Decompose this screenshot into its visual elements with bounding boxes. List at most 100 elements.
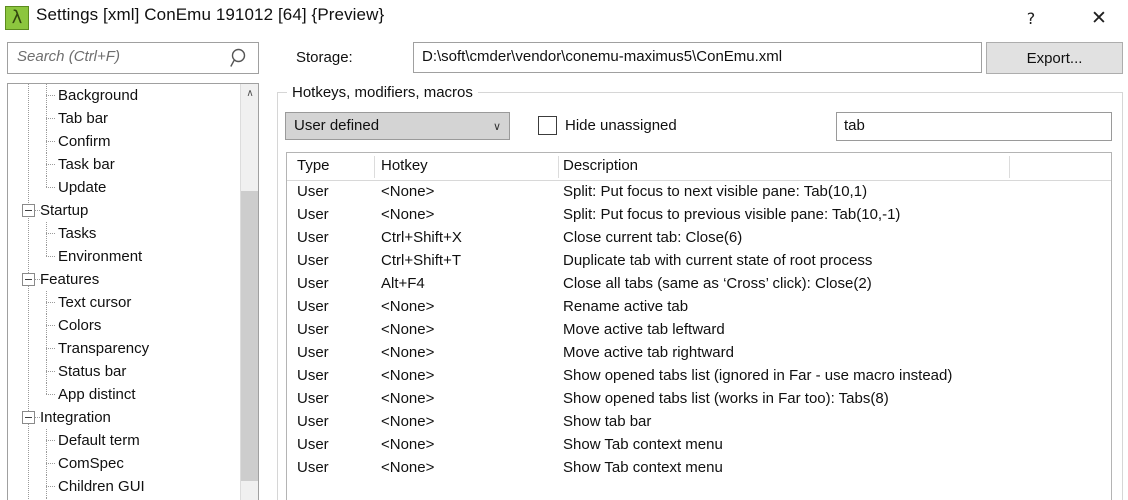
sidebar-item-colors[interactable]: Colors (8, 314, 240, 337)
sidebar-item-label: Background (58, 87, 139, 104)
tree-guide-line (46, 256, 55, 257)
tree-guide-line (46, 187, 55, 188)
table-row[interactable]: User <None> Show opened tabs list (ignored… (287, 365, 1111, 388)
tree-guide-line (46, 233, 55, 234)
tree-guide-line (35, 417, 40, 418)
hotkey-category-select[interactable]: User defined ∨ (285, 112, 510, 140)
hide-unassigned-label: Hide unassigned (565, 117, 677, 134)
table-row[interactable]: User Alt+F4 Close all tabs (same as ‘Cross… (287, 273, 1111, 296)
column-header-type[interactable]: Type (297, 157, 330, 174)
table-row[interactable]: User <None> Show Tab context menu (287, 457, 1111, 480)
table-row[interactable]: User Ctrl+Shift+T Duplicate tab with curre… (287, 250, 1111, 273)
cell-description: Move active tab leftward (563, 321, 725, 338)
tree-guide-line (46, 95, 55, 96)
tree-guide-line (46, 325, 55, 326)
column-divider[interactable] (374, 156, 375, 178)
cell-description: Close all tabs (same as ‘Cross’ click): … (563, 275, 872, 292)
sidebar-item-status-bar[interactable]: Status bar (8, 360, 240, 383)
tree-guide-line (46, 463, 55, 464)
cell-type: User (297, 321, 329, 338)
cell-description: Show Tab context menu (563, 436, 723, 453)
tree-guide-line (46, 394, 55, 395)
table-row[interactable]: User <None> Rename active tab (287, 296, 1111, 319)
cell-type: User (297, 229, 329, 246)
sidebar-item-features[interactable]: Features (8, 268, 240, 291)
checkbox-box[interactable] (538, 116, 557, 135)
sidebar-item-comspec[interactable]: ComSpec (8, 452, 240, 475)
cell-type: User (297, 413, 329, 430)
column-divider[interactable] (558, 156, 559, 178)
column-header-description[interactable]: Description (563, 157, 638, 174)
sidebar-item-label: Colors (58, 317, 102, 334)
cell-type: User (297, 344, 329, 361)
tree-guide-line (46, 348, 55, 349)
table-row[interactable]: User <None> Move active tab rightward (287, 342, 1111, 365)
cell-description: Duplicate tab with current state of root… (563, 252, 873, 269)
tree-scrollbar[interactable]: ∧ (240, 84, 258, 500)
cell-description: Show opened tabs list (ignored in Far - … (563, 367, 953, 384)
sidebar-item-transparency[interactable]: Transparency (8, 337, 240, 360)
cell-type: User (297, 367, 329, 384)
storage-path-input[interactable]: D:\soft\cmder\vendor\conemu-maximus5\Con… (413, 42, 982, 73)
sidebar-item-label: Text cursor (58, 294, 132, 311)
column-divider[interactable] (1009, 156, 1010, 178)
tree-expander-minus-icon[interactable] (22, 273, 35, 286)
help-icon[interactable]: ? (1008, 0, 1054, 36)
table-body: User <None> Split: Put focus to next visib… (287, 181, 1111, 480)
sidebar-item-label: Confirm (58, 133, 111, 150)
cell-hotkey: Ctrl+Shift+T (381, 252, 462, 269)
tree-expander-minus-icon[interactable] (22, 411, 35, 424)
lambda-icon: λ (5, 6, 29, 30)
column-header-hotkey[interactable]: Hotkey (381, 157, 428, 174)
sidebar-item-default-term[interactable]: Default term (8, 429, 240, 452)
close-icon[interactable]: ✕ (1076, 0, 1122, 36)
table-row[interactable]: User <None> Move active tab leftward (287, 319, 1111, 342)
tree-guide-line (35, 210, 40, 211)
hotkeys-table[interactable]: Type Hotkey Description User <None> Split:… (286, 152, 1112, 500)
tree-guide-line (46, 486, 55, 487)
scrollbar-thumb[interactable] (241, 191, 258, 481)
sidebar-item-environment[interactable]: Environment (8, 245, 240, 268)
cell-type: User (297, 459, 329, 476)
cell-hotkey: <None> (381, 321, 435, 338)
sidebar-item-tasks[interactable]: Tasks (8, 222, 240, 245)
sidebar-item-label: Startup (40, 202, 89, 219)
table-row[interactable]: User <None> Show opened tabs list (works i… (287, 388, 1111, 411)
hotkey-filter-input[interactable]: tab (836, 112, 1112, 141)
table-row[interactable]: User <None> Split: Put focus to next visib… (287, 181, 1111, 204)
tree-expander-minus-icon[interactable] (22, 204, 35, 217)
sidebar-item-update[interactable]: Update (8, 176, 240, 199)
sidebar-item-label: Status bar (58, 363, 127, 380)
sidebar-item-children-gui[interactable]: Children GUI (8, 475, 240, 498)
sidebar-item-tab-bar[interactable]: Tab bar (8, 107, 240, 130)
table-row[interactable]: User <None> Split: Put focus to previous v… (287, 204, 1111, 227)
table-row[interactable]: User Ctrl+Shift+X Close current tab: Close… (287, 227, 1111, 250)
table-row[interactable]: User <None> Show tab bar (287, 411, 1111, 434)
export-button[interactable]: Export... (986, 42, 1123, 74)
cell-type: User (297, 436, 329, 453)
chevron-down-icon[interactable]: ∨ (493, 120, 501, 133)
sidebar-item-integration[interactable]: Integration (8, 406, 240, 429)
sidebar-item-app-distinct[interactable]: App distinct (8, 383, 240, 406)
sidebar-item-confirm[interactable]: Confirm (8, 130, 240, 153)
hotkeys-groupbox-title: Hotkeys, modifiers, macros (287, 84, 478, 101)
magnifier-icon[interactable] (229, 47, 251, 69)
sidebar-item-task-bar[interactable]: Task bar (8, 153, 240, 176)
hide-unassigned-checkbox[interactable]: Hide unassigned (538, 116, 677, 135)
tree-guide-line (46, 118, 55, 119)
cell-hotkey: <None> (381, 183, 435, 200)
cell-description: Show opened tabs list (works in Far too)… (563, 390, 889, 407)
settings-tree[interactable]: Background Tab bar Confirm Task bar Update St… (7, 83, 259, 500)
cell-hotkey: Ctrl+Shift+X (381, 229, 462, 246)
sidebar-item-text-cursor[interactable]: Text cursor (8, 291, 240, 314)
sidebar-item-startup[interactable]: Startup (8, 199, 240, 222)
cell-description: Close current tab: Close(6) (563, 229, 743, 246)
search-input[interactable]: Search (Ctrl+F) (7, 42, 259, 74)
table-row[interactable]: User <None> Show Tab context menu (287, 434, 1111, 457)
sidebar-item-background[interactable]: Background (8, 84, 240, 107)
cell-hotkey: <None> (381, 206, 435, 223)
settings-tree-list: Background Tab bar Confirm Task bar Update St… (8, 84, 240, 500)
tree-guide-line (46, 164, 55, 165)
sidebar-item-label: Children GUI (58, 478, 145, 495)
scroll-up-icon[interactable]: ∧ (241, 84, 258, 102)
